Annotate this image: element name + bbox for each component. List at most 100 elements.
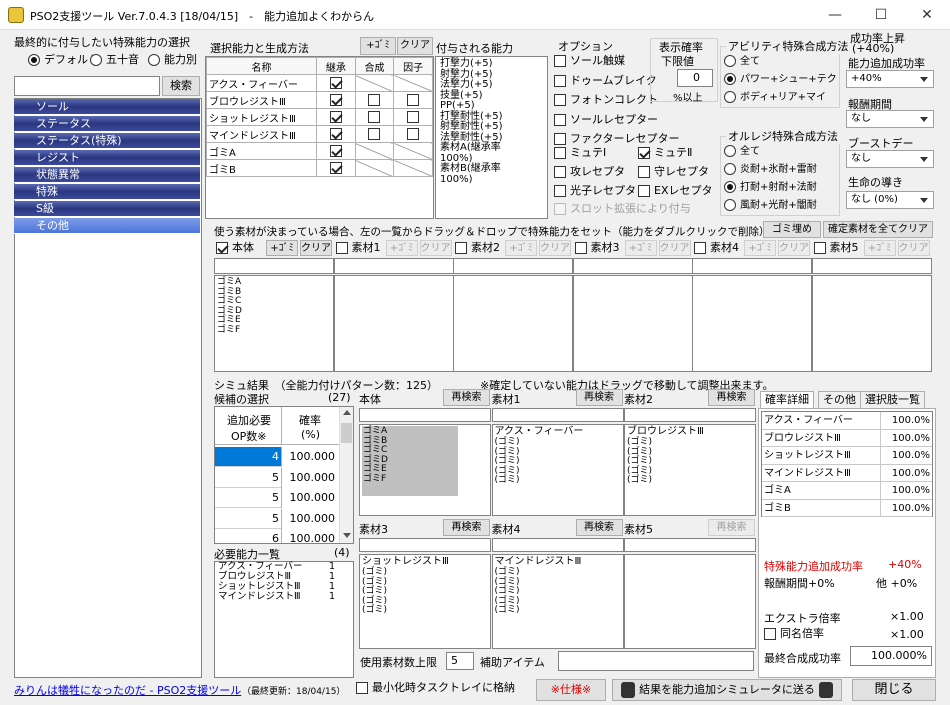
synth-checkbox[interactable] (354, 125, 395, 143)
minimize-button[interactable]: — (812, 0, 858, 30)
category-other[interactable]: その他 (14, 218, 200, 234)
material-clear-button[interactable]: クリア (658, 240, 691, 256)
candidate-row[interactable]: 5 100.000 (215, 488, 339, 508)
category-status-special[interactable]: ステータス(特殊) (14, 133, 200, 149)
option-checkbox[interactable]: EXレセプタ (638, 183, 713, 199)
material-clear-button[interactable]: クリア (897, 240, 930, 256)
search-input[interactable] (14, 76, 160, 96)
option-checkbox[interactable]: 守レセプタ (638, 164, 709, 180)
selected-row[interactable]: アクス・フィーバー (206, 74, 433, 92)
material-ability-list[interactable] (692, 275, 812, 372)
candidate-row[interactable]: 4 100.000 (215, 447, 339, 467)
material-ability-list[interactable] (453, 275, 573, 372)
ability-radio[interactable]: 全て (724, 54, 760, 70)
slot-expansion-checkbox[interactable]: スロット拡張により付与 (554, 201, 691, 217)
tab-probability-detail[interactable]: 確率詳細 (760, 391, 814, 409)
research-button[interactable]: 再検索 (575, 389, 623, 406)
material-name-field[interactable] (453, 258, 573, 274)
reward-select[interactable]: なし (846, 110, 934, 128)
selected-row[interactable]: ゴミB (206, 159, 433, 177)
selected-row[interactable]: ゴミA (206, 142, 433, 160)
material-name-field[interactable] (692, 258, 812, 274)
result-panel-list[interactable]: ブロウレジストⅢ (ゴミ) (ゴミ) (ゴミ) (ゴミ) (ゴミ) (624, 424, 756, 516)
orphe-radio[interactable]: 打耐+射耐+法耐 (724, 180, 817, 196)
boostday-select[interactable]: なし (846, 150, 934, 168)
boost-select[interactable]: +40% (846, 70, 934, 88)
result-panel-list[interactable]: ショットレジストⅢ (ゴミ) (ゴミ) (ゴミ) (ゴミ) (ゴミ) (359, 554, 491, 649)
send-result-button[interactable]: 結果を能力追加シミュレータに送る (612, 679, 842, 701)
material-add-trash-button[interactable]: +ｺﾞﾐ (744, 240, 776, 256)
option-checkbox[interactable]: ミュテⅡ (638, 145, 692, 161)
fill-trash-button[interactable]: ゴミ埋め (763, 221, 821, 238)
material-name-field[interactable] (214, 258, 334, 274)
material-ability-list[interactable] (572, 275, 693, 372)
result-panel-list[interactable]: ゴミA ゴミB ゴミC ゴミD ゴミE ゴミF (359, 424, 491, 516)
search-button[interactable]: 検索 (162, 76, 200, 96)
footer-link[interactable]: みりんは犠牲になったのだ - PSO2支援ツール (14, 682, 241, 698)
category-sole[interactable]: ソール (14, 99, 200, 115)
inherit-checkbox[interactable] (316, 125, 356, 143)
tab-choice-list[interactable]: 選択肢一覧 (860, 391, 925, 409)
material-add-trash-button[interactable]: +ｺﾞﾐ (505, 240, 537, 256)
research-button[interactable]: 再検索 (575, 519, 623, 536)
display-rate-spinner[interactable]: 0 (677, 69, 713, 87)
material-add-trash-button[interactable]: +ｺﾞﾐ (266, 240, 298, 256)
category-s-class[interactable]: S級 (14, 201, 200, 217)
material-enable-checkbox[interactable]: 本体 (216, 240, 254, 256)
research-button[interactable]: 再検索 (443, 519, 490, 536)
inherit-checkbox[interactable] (316, 91, 356, 109)
close-button[interactable]: 閉じる (852, 679, 936, 701)
synth-checkbox[interactable] (354, 91, 395, 109)
material-clear-button[interactable]: クリア (300, 240, 332, 256)
inherit-checkbox[interactable] (316, 159, 356, 177)
option-checkbox[interactable]: 攻レセプタ (554, 164, 625, 180)
ability-radio[interactable]: ボディ+リア+マイ (724, 90, 826, 106)
research-button[interactable]: 再検索 (708, 519, 755, 536)
material-clear-button[interactable]: クリア (539, 240, 571, 256)
synth-checkbox[interactable] (354, 108, 395, 126)
candidate-scrollbar[interactable] (339, 407, 353, 543)
option-checkbox[interactable]: 光子レセプタ (554, 183, 636, 199)
scroll-up-icon[interactable] (343, 410, 351, 415)
material-clear-button[interactable]: クリア (419, 240, 452, 256)
candidate-row[interactable]: 5 100.000 (215, 467, 339, 488)
category-special[interactable]: 特殊 (14, 184, 200, 200)
category-ailment[interactable]: 状態異常 (14, 167, 200, 183)
result-panel-list[interactable]: アクス・フィーバー (ゴミ) (ゴミ) (ゴミ) (ゴミ) (ゴミ) (491, 424, 624, 516)
selected-row[interactable]: マインドレジストⅢ (206, 125, 433, 143)
material-clear-button[interactable]: クリア (778, 240, 810, 256)
maximize-button[interactable]: ☐ (858, 0, 904, 30)
material-ability-list[interactable]: ゴミA ゴミB ゴミC ゴミD ゴミE ゴミF (214, 275, 334, 372)
option-checkbox[interactable]: ドゥームブレイク (554, 73, 657, 89)
material-add-trash-button[interactable]: +ｺﾞﾐ (385, 240, 418, 256)
material-enable-checkbox[interactable]: 素材2 (455, 240, 500, 256)
material-enable-checkbox[interactable]: 素材5 (813, 240, 859, 256)
selected-row[interactable]: ショットレジストⅢ (206, 108, 433, 126)
scroll-down-icon[interactable] (343, 533, 351, 538)
close-window-button[interactable]: ✕ (904, 0, 950, 30)
sort-radio-default[interactable]: デフォルト (28, 52, 99, 68)
clear-selected-button[interactable]: クリア (397, 37, 433, 55)
research-button[interactable]: 再検索 (443, 389, 490, 406)
material-name-field[interactable] (811, 258, 932, 274)
candidate-row[interactable]: 5 100.000 (215, 508, 339, 529)
factor-checkbox[interactable] (393, 125, 433, 143)
sort-radio-ability[interactable]: 能力別 (148, 52, 197, 68)
clear-all-materials-button[interactable]: 確定素材を全てクリア (823, 221, 933, 238)
spec-button[interactable]: ※仕様※ (536, 679, 606, 701)
material-name-field[interactable] (333, 258, 454, 274)
material-enable-checkbox[interactable]: 素材1 (335, 240, 381, 256)
material-add-trash-button[interactable]: +ｺﾞﾐ (624, 240, 657, 256)
tab-other[interactable]: その他 (818, 391, 861, 409)
material-ability-list[interactable] (333, 275, 454, 372)
option-checkbox[interactable]: ミュテⅠ (554, 145, 606, 161)
option-checkbox[interactable]: ソールレセプター (554, 112, 658, 128)
material-enable-checkbox[interactable]: 素材4 (694, 240, 739, 256)
material-name-field[interactable] (572, 258, 693, 274)
inherit-checkbox[interactable] (316, 142, 356, 160)
material-add-trash-button[interactable]: +ｺﾞﾐ (863, 240, 896, 256)
tray-checkbox[interactable]: 最小化時タスクトレイに格納 (356, 680, 515, 696)
category-status[interactable]: ステータス (14, 116, 200, 132)
sort-radio-kana[interactable]: 五十音 (90, 52, 139, 68)
use-limit-spinner[interactable]: 5 (446, 652, 474, 670)
